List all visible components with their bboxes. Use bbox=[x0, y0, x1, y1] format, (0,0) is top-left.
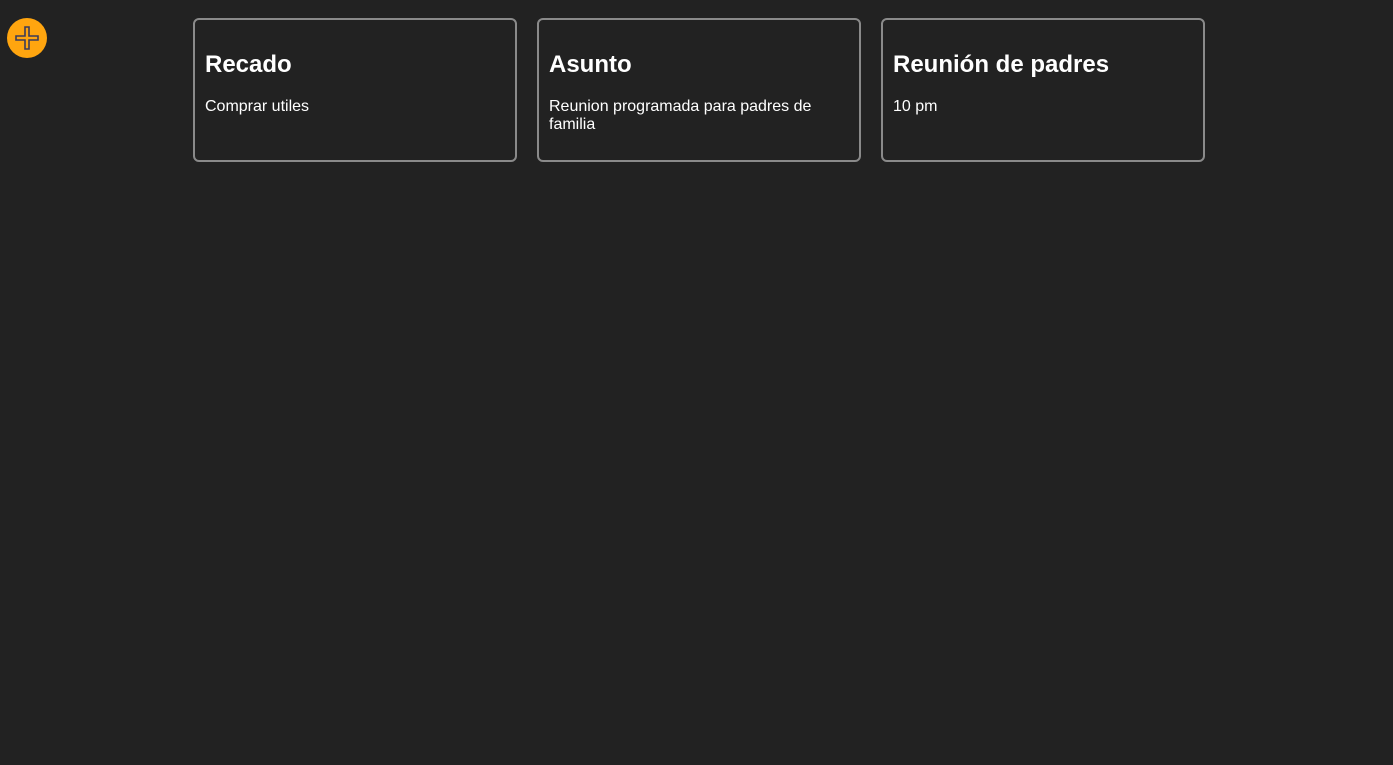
note-body: Comprar utiles bbox=[205, 98, 310, 115]
notes-page: Recado Comprar utiles Asunto Reunion pro… bbox=[0, 0, 1393, 765]
note-title: Recado bbox=[205, 51, 292, 78]
note-title: Asunto bbox=[549, 51, 632, 78]
note-card[interactable]: Asunto Reunion programada para padres de… bbox=[537, 18, 861, 162]
note-title: Reunión de padres bbox=[893, 51, 1110, 78]
note-body: Reunion programada para padres de famili… bbox=[549, 98, 812, 133]
note-body: 10 pm bbox=[893, 98, 938, 115]
add-note-button[interactable] bbox=[7, 18, 47, 58]
note-card[interactable]: Reunión de padres 10 pm bbox=[881, 18, 1205, 162]
note-card[interactable]: Recado Comprar utiles bbox=[193, 18, 517, 162]
plus-icon bbox=[15, 26, 39, 50]
notes-list: Recado Comprar utiles Asunto Reunion pro… bbox=[193, 18, 1205, 162]
